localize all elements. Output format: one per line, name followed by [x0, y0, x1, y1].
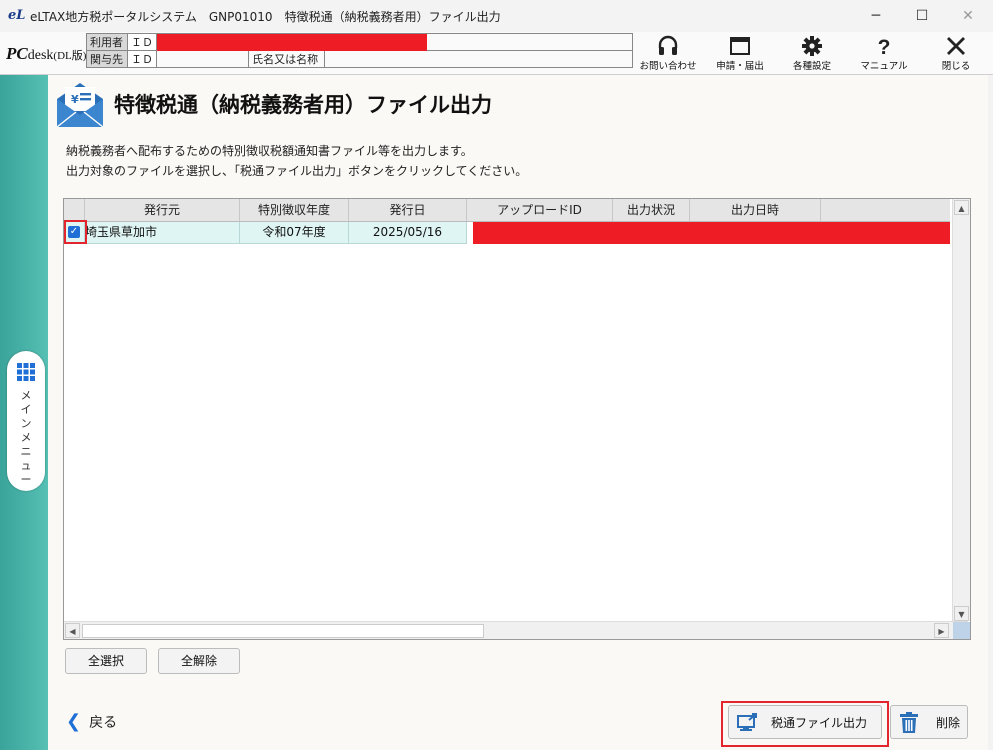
delete-label: 削除 — [936, 716, 961, 730]
window-icon — [730, 37, 750, 55]
cell-date: 2025/05/16 — [349, 222, 467, 244]
column-header-output-time[interactable]: 出力日時 — [690, 199, 821, 221]
scroll-right-icon[interactable]: ▶ — [934, 623, 949, 638]
column-header-status[interactable]: 出力状況 — [613, 199, 690, 221]
output-file-button[interactable]: 税通ファイル出力 — [728, 705, 882, 739]
settings-button[interactable]: 各種設定 — [781, 34, 843, 74]
settings-label: 各種設定 — [792, 61, 831, 72]
delete-button[interactable]: 削除 — [890, 705, 968, 739]
related-label: 関与先 — [86, 50, 128, 68]
svg-text:?: ? — [878, 36, 891, 57]
checkbox-highlight — [64, 220, 87, 244]
headset-icon — [658, 35, 678, 55]
column-header-date[interactable]: 発行日 — [349, 199, 467, 221]
contact-label: お問い合わせ — [639, 61, 697, 72]
table-header: 発行元 特別徴収年度 発行日 アップロードID 出力状況 出力日時 — [64, 199, 950, 222]
back-label: 戻る — [89, 715, 118, 731]
user-id-value — [156, 33, 633, 51]
select-all-button[interactable]: 全選択 — [65, 648, 147, 674]
user-info-table: 利用者 ＩＤ 関与先 ＩＤ 氏名又は名称 — [86, 33, 633, 68]
title-bar: eL eLTAX地方税ポータルシステム GNP01010 特徴税通（納税義務者用… — [0, 0, 993, 33]
application-window: eL eLTAX地方税ポータルシステム GNP01010 特徴税通（納税義務者用… — [0, 0, 993, 750]
description-line-2: 出力対象のファイルを選択し、「税通ファイル出力」ボタンをクリックしてください。 — [66, 164, 528, 178]
manual-button[interactable]: ? マニュアル — [853, 34, 915, 74]
eltax-app-icon: eL — [8, 8, 26, 23]
side-strip: メインメニュー — [0, 75, 48, 750]
window-title: eLTAX地方税ポータルシステム GNP01010 特徴税通（納税義務者用）ファ… — [30, 10, 501, 24]
manual-label: マニュアル — [860, 61, 908, 72]
file-table: 発行元 特別徴収年度 発行日 アップロードID 出力状況 出力日時 ✓ 埼玉県草… — [63, 198, 971, 640]
window-close-button[interactable]: ✕ — [945, 0, 991, 32]
main-menu-label: メインメニュー — [20, 389, 32, 486]
computer-export-icon — [737, 713, 757, 731]
maximize-button[interactable]: ☐ — [899, 0, 945, 32]
deselect-all-button[interactable]: 全解除 — [158, 648, 240, 674]
pcdesk-logo: PCdesk(DL版) — [6, 44, 87, 63]
grid-icon — [17, 363, 35, 381]
header-checkbox-column — [64, 199, 85, 221]
redacted-user-id — [157, 34, 427, 51]
close-app-button[interactable]: 閉じる — [925, 34, 987, 74]
horizontal-scroll-thumb[interactable] — [82, 624, 484, 638]
trash-icon — [900, 712, 918, 733]
close-icon — [947, 37, 965, 55]
related-id-label: ＩＤ — [127, 50, 157, 68]
horizontal-scrollbar[interactable]: ◀ ▶ — [64, 621, 968, 639]
main-menu-button[interactable]: メインメニュー — [7, 351, 45, 491]
column-header-issuer[interactable]: 発行元 — [85, 199, 240, 221]
scroll-up-icon[interactable]: ▲ — [954, 200, 969, 215]
svg-text:¥: ¥ — [71, 93, 79, 106]
page-description: 納税義務者へ配布するための特別徴収税額通知書ファイル等を出力します。 出力対象の… — [66, 141, 527, 181]
column-header-year[interactable]: 特別徴収年度 — [240, 199, 349, 221]
page-title: 特徴税通（納税義務者用）ファイル出力 — [114, 93, 492, 117]
application-label: 申請・届出 — [716, 61, 764, 72]
scroll-left-icon[interactable]: ◀ — [65, 623, 80, 638]
redacted-upload-info — [473, 222, 950, 244]
related-name-cell: 氏名又は名称 — [248, 50, 633, 68]
minimize-button[interactable]: ─ — [853, 0, 899, 32]
cell-year: 令和07年度 — [240, 222, 349, 244]
cell-issuer: 埼玉県草加市 — [85, 222, 240, 244]
vertical-scrollbar[interactable]: ▲ ▼ — [952, 199, 970, 621]
user-label: 利用者 — [86, 33, 128, 51]
close-label: 閉じる — [941, 61, 971, 72]
back-button[interactable]: ❮ 戻る — [66, 711, 117, 732]
table-row[interactable]: ✓ 埼玉県草加市 令和07年度 2025/05/16 — [64, 222, 950, 244]
header-bar: PCdesk(DL版) 利用者 ＩＤ 関与先 ＩＤ 氏名又は名称 お問い合わせ — [0, 32, 993, 75]
main-content: ¥ 特徴税通（納税義務者用）ファイル出力 納税義務者へ配布するための特別徴収税額… — [48, 75, 988, 750]
chevron-left-icon: ❮ — [66, 711, 82, 732]
contact-button[interactable]: お問い合わせ — [637, 34, 699, 74]
related-id-value — [155, 50, 250, 68]
scroll-corner — [953, 622, 970, 639]
application-button[interactable]: 申請・届出 — [709, 34, 771, 74]
description-line-1: 納税義務者へ配布するための特別徴収税額通知書ファイル等を出力します。 — [66, 144, 473, 158]
tax-notice-envelope-icon: ¥ — [56, 83, 104, 128]
output-file-label: 税通ファイル出力 — [771, 716, 868, 730]
gear-icon — [802, 36, 822, 56]
name-label: 氏名又は名称 — [249, 51, 326, 67]
scroll-down-icon[interactable]: ▼ — [954, 606, 969, 621]
user-id-label: ＩＤ — [127, 33, 157, 51]
question-icon: ? — [878, 36, 891, 57]
column-header-upload-id[interactable]: アップロードID — [467, 199, 613, 221]
